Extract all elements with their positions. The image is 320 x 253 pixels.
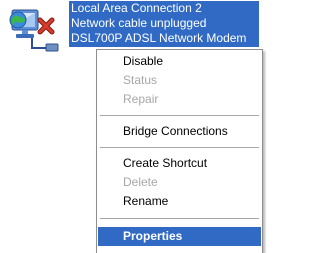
menu-item-disable[interactable]: Disable xyxy=(98,52,261,71)
context-menu: Disable Status Repair Bridge Connections… xyxy=(96,49,263,253)
connection-name: Local Area Connection 2 xyxy=(71,1,202,15)
menu-item-properties[interactable]: Properties xyxy=(98,227,261,246)
menu-item-delete: Delete xyxy=(123,175,158,189)
connection-label[interactable]: Local Area Connection 2 Network cable un… xyxy=(69,1,259,47)
menu-separator xyxy=(100,147,259,148)
menu-item-create-shortcut[interactable]: Create Shortcut xyxy=(98,154,261,173)
menu-separator xyxy=(100,218,259,219)
red-x-icon xyxy=(37,17,55,35)
menu-item-bridge-connections[interactable]: Bridge Connections xyxy=(98,122,261,141)
menu-separator xyxy=(100,115,259,116)
connection-status: Network cable unplugged xyxy=(71,16,207,30)
connection-device: DSL700P ADSL Network Modem xyxy=(71,31,247,45)
network-connection-icon xyxy=(6,6,68,56)
menu-item-repair: Repair xyxy=(123,92,159,106)
menu-item-rename[interactable]: Rename xyxy=(98,192,261,211)
menu-item-status: Status xyxy=(123,73,158,87)
